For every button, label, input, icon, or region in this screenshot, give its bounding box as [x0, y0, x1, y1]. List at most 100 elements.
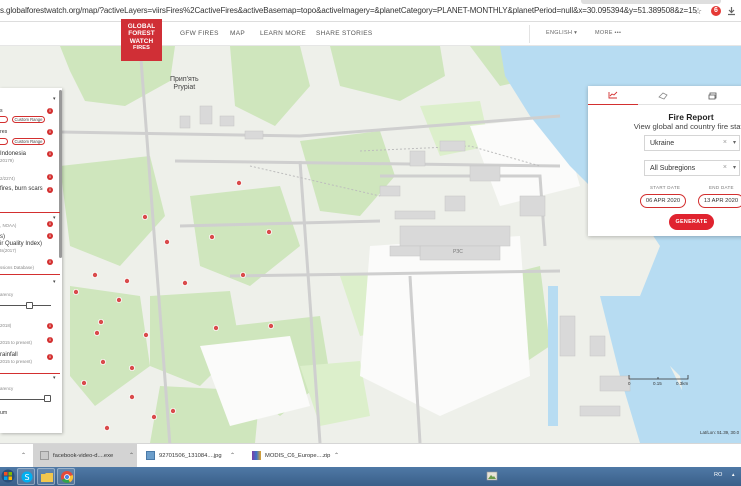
layers-scrollbar[interactable] — [59, 90, 62, 258]
layers-panel[interactable]: s ▾ i Custom Range res i Custom Range In… — [0, 88, 62, 433]
download-item[interactable]: 92701506_131084....jpg ⌃ — [144, 444, 248, 468]
map-coordinates: Lat/Lon: 51.39, 30.0 — [700, 430, 740, 435]
nav-share-stories[interactable]: SHARE STORIES — [316, 30, 373, 37]
skype-icon: S — [21, 471, 33, 483]
nav-divider — [529, 25, 530, 43]
folder-icon — [41, 473, 53, 482]
chevron-down-icon[interactable]: ▾ — [733, 139, 736, 146]
taskbar-app-chrome[interactable] — [57, 468, 75, 485]
layer-label: s) — [0, 234, 5, 240]
transparency-slider-handle[interactable] — [44, 395, 51, 402]
info-icon[interactable]: i — [47, 337, 53, 343]
line-chart-icon — [608, 91, 618, 99]
report-tabs — [588, 86, 741, 105]
tab-area[interactable] — [638, 86, 688, 105]
nav-gfw-fires[interactable]: GFW FIRES — [180, 30, 219, 37]
nav-map[interactable]: MAP — [230, 30, 245, 37]
range-pill[interactable] — [0, 116, 8, 123]
chevron-down-icon[interactable]: ▾ — [733, 164, 736, 171]
cooling-canal — [548, 286, 558, 426]
generate-button[interactable]: GENERATE — [669, 214, 714, 230]
download-filename: 92701506_131084....jpg — [159, 453, 222, 459]
download-filename: facebook-video-d....exe — [53, 453, 114, 459]
start-button[interactable] — [1, 468, 15, 485]
facility-label: РЗС — [453, 249, 463, 255]
info-icon[interactable]: i — [47, 323, 53, 329]
taskbar-app-explorer[interactable] — [37, 468, 55, 485]
info-icon[interactable]: i — [47, 354, 53, 360]
end-date-label: END DATE — [709, 185, 734, 190]
custom-range-button[interactable]: Custom Range — [12, 138, 45, 145]
download-icon[interactable] — [726, 6, 736, 16]
more-menu[interactable]: MORE ••• — [595, 30, 621, 36]
tab-layers[interactable] — [688, 86, 738, 105]
section-divider — [0, 212, 60, 213]
report-subtitle: View global and country fire statis — [633, 122, 741, 131]
url-text[interactable]: s.globalforestwatch.org/map/?activeLayer… — [0, 6, 697, 15]
browser-address-bar[interactable]: s.globalforestwatch.org/map/?activeLayer… — [0, 0, 741, 22]
tray-app-icon[interactable] — [484, 468, 500, 485]
layers-icon — [708, 92, 717, 99]
language-selector[interactable]: ENGLISH ▾ — [546, 30, 577, 36]
layer-source: 2018) — [0, 323, 12, 328]
info-icon[interactable]: i — [47, 129, 53, 135]
chevron-down-icon[interactable]: ▾ — [53, 96, 56, 102]
bookmark-star-icon[interactable]: ☆ — [693, 6, 703, 16]
place-label-ua: Прип'ять — [170, 76, 199, 83]
taskbar-app-skype[interactable]: S — [17, 468, 35, 485]
transparency-slider-handle[interactable] — [26, 302, 33, 309]
layer-source: 20179) — [0, 158, 14, 163]
info-icon[interactable]: i — [47, 259, 53, 265]
place-label-prypiat: Прип'ять Prypiat — [170, 76, 199, 92]
chevron-up-icon[interactable]: ⌃ — [230, 452, 235, 459]
clear-icon[interactable]: × — [723, 139, 727, 146]
custom-range-button[interactable]: Custom Range — [12, 116, 45, 123]
start-date-label: START DATE — [650, 185, 681, 190]
layer-label: s — [0, 108, 3, 114]
nav-learn-more[interactable]: LEARN MORE — [260, 30, 306, 37]
slider-label: arency — [0, 386, 14, 391]
scale-bar-graphic — [628, 375, 689, 380]
svg-text:S: S — [24, 473, 29, 482]
chevron-up-icon[interactable]: ⌃ — [21, 452, 26, 459]
chevron-up-icon[interactable]: ⌃ — [129, 452, 134, 459]
tab-chart[interactable] — [588, 86, 638, 105]
chrome-icon — [61, 471, 74, 484]
layer-label: fires, burn scars — [0, 186, 43, 192]
layer-label: um — [0, 410, 8, 416]
image-viewer-icon — [486, 471, 498, 481]
clear-icon[interactable]: × — [723, 164, 727, 171]
chevron-down-icon[interactable]: ▾ — [53, 375, 56, 381]
info-icon[interactable]: i — [47, 221, 53, 227]
scale-label: 0 — [628, 381, 631, 386]
info-icon[interactable]: i — [47, 174, 53, 180]
gfw-fires-logo[interactable]: GLOBAL FOREST WATCH FIRES — [121, 19, 162, 61]
info-icon[interactable]: i — [47, 233, 53, 239]
info-icon[interactable]: i — [47, 151, 53, 157]
tray-expand-icon[interactable]: ▲ — [731, 472, 735, 477]
range-pill[interactable] — [0, 138, 8, 145]
download-item[interactable]: MODIS_C6_Europe....zip ⌃ — [250, 444, 354, 468]
language-indicator[interactable]: RO — [714, 472, 722, 478]
country-value: Ukraine — [650, 140, 675, 147]
chevron-up-icon[interactable]: ⌃ — [334, 452, 339, 459]
chevron-down-icon[interactable]: ▾ — [53, 215, 56, 221]
info-icon[interactable]: i — [47, 108, 53, 114]
layer-label: rainfall — [0, 352, 18, 358]
country-select[interactable]: Ukraine × ▾ — [644, 135, 740, 151]
shape-icon — [658, 92, 668, 99]
subregion-select[interactable]: All Subregions × ▾ — [644, 160, 740, 176]
layer-source: 2015 to present) — [0, 359, 32, 364]
subregion-value: All Subregions — [650, 165, 696, 172]
start-date-button[interactable]: 06 APR 2020 — [640, 194, 686, 208]
download-item[interactable]: facebook-video-d....exe ⌃ — [33, 444, 137, 468]
extension-badge-icon[interactable]: 6 — [711, 6, 721, 16]
layer-label: Indonesia — [0, 151, 27, 157]
layer-source: 2015 to present) — [0, 340, 32, 345]
chevron-down-icon[interactable]: ▾ — [53, 279, 56, 285]
info-icon[interactable]: i — [47, 187, 53, 193]
fire-report-panel: Fire Report View global and country fire… — [588, 86, 741, 236]
end-date-button[interactable]: 13 APR 2020 — [698, 194, 741, 208]
scale-label: 0.3km — [676, 381, 689, 386]
logo-line: FOREST — [128, 30, 155, 38]
